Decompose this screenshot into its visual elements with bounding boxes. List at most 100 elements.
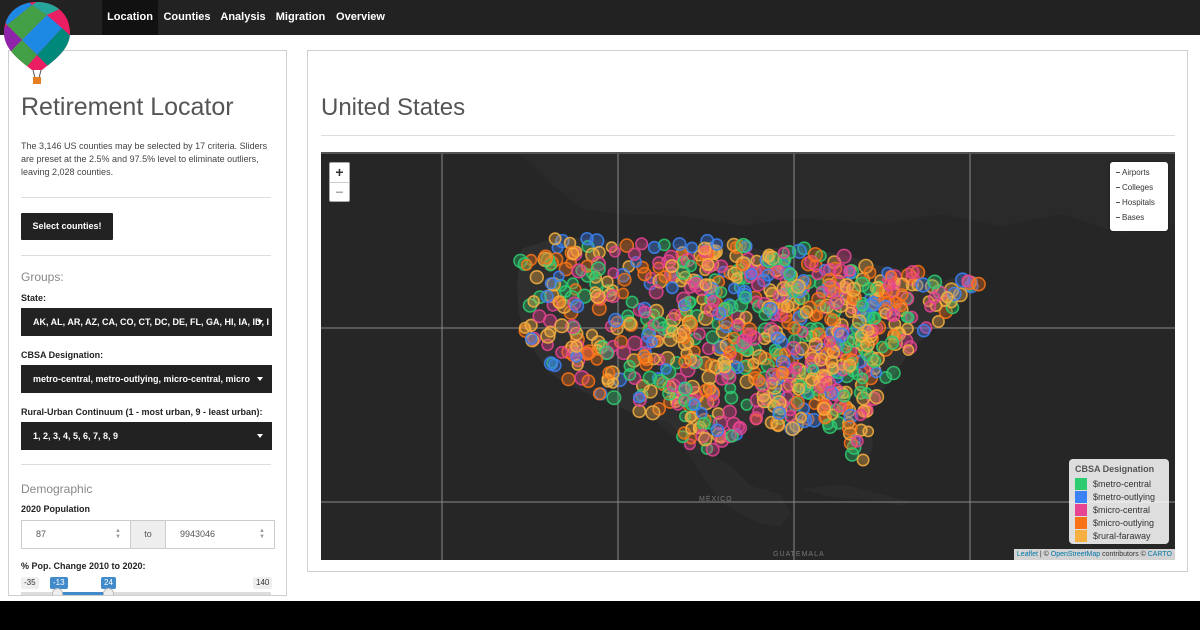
county-marker[interactable] (617, 272, 632, 287)
county-marker[interactable] (805, 372, 820, 387)
county-marker[interactable] (590, 288, 606, 305)
county-marker[interactable] (783, 267, 797, 281)
county-marker[interactable] (823, 335, 836, 348)
zoom-out-button[interactable]: − (330, 182, 349, 201)
select-counties-button[interactable]: Select counties! (21, 213, 113, 240)
county-marker[interactable] (570, 299, 585, 314)
county-marker[interactable] (581, 344, 597, 360)
county-marker[interactable] (554, 318, 570, 334)
county-marker[interactable] (580, 231, 594, 246)
county-marker[interactable] (844, 447, 860, 462)
county-marker[interactable] (625, 295, 639, 309)
county-marker[interactable] (837, 389, 851, 403)
county-marker[interactable] (548, 358, 562, 373)
county-marker[interactable] (751, 349, 768, 365)
county-marker[interactable] (867, 354, 882, 368)
county-marker[interactable] (752, 373, 766, 387)
county-marker[interactable] (532, 309, 547, 324)
rural-urban-select[interactable]: 1, 2, 3, 4, 5, 6, 7, 8, 9 (21, 422, 272, 450)
county-marker[interactable] (710, 423, 725, 438)
county-marker[interactable] (718, 360, 732, 374)
county-marker[interactable] (785, 421, 801, 437)
county-marker[interactable] (555, 345, 569, 359)
county-marker[interactable] (714, 259, 729, 273)
county-marker[interactable] (666, 378, 681, 393)
county-marker[interactable] (684, 259, 698, 273)
county-marker[interactable] (642, 370, 658, 386)
county-marker[interactable] (701, 257, 715, 272)
county-marker[interactable] (746, 330, 762, 346)
county-marker[interactable] (684, 296, 697, 308)
county-marker[interactable] (710, 238, 724, 251)
county-marker[interactable] (738, 291, 753, 305)
county-marker[interactable] (820, 375, 836, 392)
tab-analysis[interactable]: Analysis (216, 0, 270, 35)
population-max-input[interactable]: 9943046 ▲ ▼ (165, 520, 275, 549)
county-marker[interactable] (739, 374, 755, 390)
layer-bases[interactable]: Bases (1116, 213, 1144, 222)
county-marker[interactable] (941, 291, 954, 304)
county-marker[interactable] (520, 259, 533, 271)
spinner-icon[interactable]: ▲ ▼ (114, 528, 122, 541)
county-marker[interactable] (652, 316, 668, 332)
layer-colleges[interactable]: Colleges (1116, 183, 1153, 192)
county-marker[interactable] (590, 261, 606, 277)
county-marker[interactable] (602, 366, 616, 380)
county-marker[interactable] (863, 265, 877, 280)
county-marker[interactable] (875, 340, 889, 354)
county-marker[interactable] (538, 249, 554, 265)
state-select[interactable]: AK, AL, AR, AZ, CA, CO, CT, DC, DE, FL, … (21, 308, 272, 336)
county-marker[interactable] (971, 276, 986, 292)
osm-link[interactable]: OpenStreetMap (1051, 551, 1100, 558)
county-marker[interactable] (548, 232, 562, 246)
county-marker[interactable] (777, 246, 790, 259)
county-marker[interactable] (697, 416, 711, 431)
county-marker[interactable] (905, 265, 920, 280)
county-marker[interactable] (870, 366, 883, 379)
county-marker[interactable] (647, 240, 662, 254)
county-marker[interactable] (916, 323, 931, 338)
county-marker[interactable] (827, 362, 840, 375)
county-marker[interactable] (770, 331, 784, 345)
county-marker[interactable] (731, 319, 744, 332)
county-marker[interactable] (727, 282, 740, 295)
county-marker[interactable] (791, 382, 805, 396)
county-marker[interactable] (758, 307, 773, 322)
county-marker[interactable] (664, 259, 679, 274)
county-marker[interactable] (895, 288, 909, 302)
county-marker[interactable] (652, 256, 666, 270)
tab-counties[interactable]: Counties (158, 0, 216, 35)
county-marker[interactable] (724, 382, 737, 395)
county-marker[interactable] (867, 311, 882, 325)
county-marker[interactable] (811, 268, 824, 281)
county-marker[interactable] (540, 289, 554, 304)
county-marker[interactable] (699, 278, 713, 292)
county-map[interactable]: MÉXICO GUATEMALA + − Airports Colleges H… (321, 152, 1175, 560)
tab-location[interactable]: Location (102, 0, 158, 35)
county-marker[interactable] (856, 372, 869, 385)
county-marker[interactable] (862, 281, 876, 296)
county-marker[interactable] (617, 287, 629, 300)
county-marker[interactable] (833, 327, 849, 343)
tab-migration[interactable]: Migration (270, 0, 331, 35)
county-marker[interactable] (762, 250, 775, 263)
county-marker[interactable] (558, 285, 572, 298)
county-marker[interactable] (722, 404, 737, 420)
county-marker[interactable] (685, 241, 698, 254)
county-marker[interactable] (851, 435, 864, 448)
county-marker[interactable] (854, 408, 867, 422)
leaflet-link[interactable]: Leaflet (1017, 551, 1038, 558)
county-marker[interactable] (771, 418, 785, 433)
county-marker[interactable] (841, 420, 858, 436)
county-marker[interactable] (733, 421, 746, 434)
layer-hospitals[interactable]: Hospitals (1116, 198, 1155, 207)
county-markers[interactable] (513, 231, 986, 467)
county-marker[interactable] (688, 398, 701, 411)
county-marker[interactable] (638, 305, 652, 319)
county-marker[interactable] (824, 312, 839, 327)
county-marker[interactable] (581, 374, 596, 389)
county-marker[interactable] (735, 237, 751, 254)
population-min-input[interactable]: 87 ▲ ▼ (21, 520, 131, 549)
county-marker[interactable] (886, 308, 901, 323)
county-marker[interactable] (842, 358, 857, 373)
